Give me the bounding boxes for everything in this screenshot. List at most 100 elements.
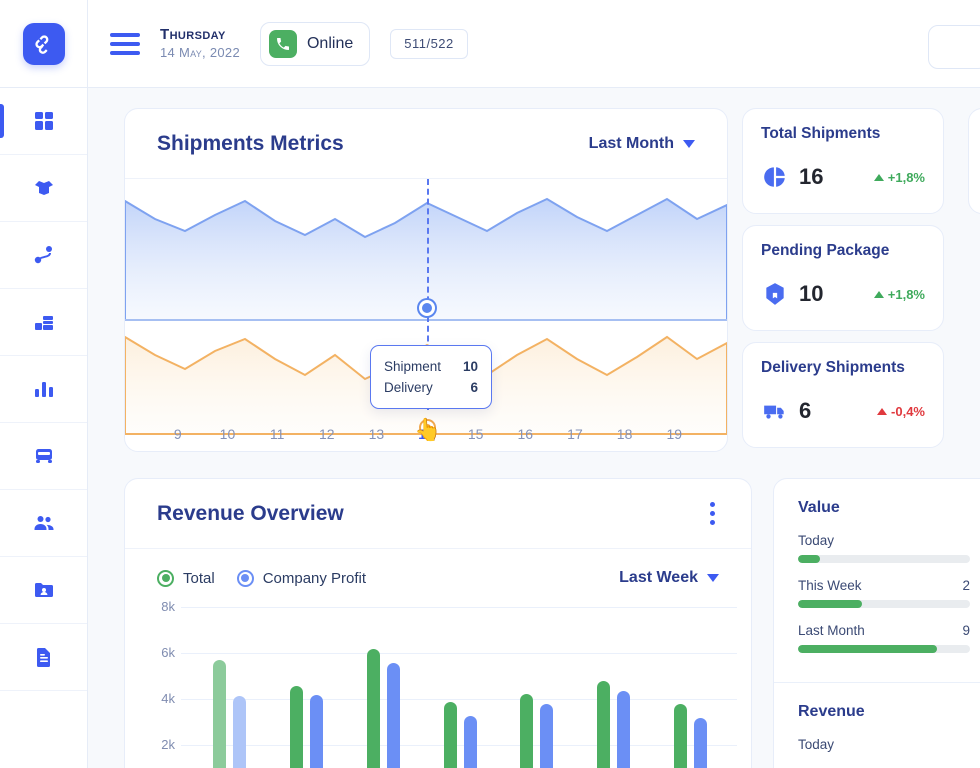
document-icon: [36, 648, 50, 667]
revenue-card-header: Revenue Overview: [125, 479, 751, 549]
progress-name: This Week: [798, 578, 862, 593]
stat-title: Total Shipments: [761, 125, 881, 142]
delivery-truck-icon: [761, 397, 789, 425]
online-status-button[interactable]: Online: [259, 21, 371, 66]
bar-company-profit[interactable]: [309, 694, 323, 768]
x-tick: 9: [173, 426, 182, 442]
sidebar: [0, 0, 88, 768]
y-tick: 2k: [161, 737, 175, 752]
bar-total[interactable]: [520, 693, 534, 768]
metrics-period-dropdown[interactable]: Last Month: [589, 135, 695, 153]
online-status-label: Online: [306, 34, 354, 52]
active-indicator: [0, 104, 4, 138]
bar-total[interactable]: [289, 685, 303, 768]
bar-company-profit[interactable]: [386, 662, 400, 768]
bar-total[interactable]: [597, 681, 611, 768]
revenue-overview-card: Revenue Overview Total Company Profit La…: [124, 478, 752, 768]
kebab-menu-icon[interactable]: [706, 498, 719, 529]
arrow-up-icon: [873, 173, 884, 181]
x-tick-active: 14: [418, 426, 434, 442]
panel-title: Value: [798, 499, 840, 516]
stat-value: 6: [799, 398, 812, 423]
hamburger-line: [110, 32, 140, 37]
progress-track: [798, 600, 970, 608]
progress-name: Today: [798, 737, 835, 752]
bar-company-profit[interactable]: [617, 691, 631, 768]
stat-card-total-shipments: Total Shipments 16 +1,8%: [742, 108, 944, 214]
bar-group[interactable]: [498, 693, 575, 768]
arrow-down-icon: [877, 407, 888, 415]
progress-value: 9: [962, 623, 970, 638]
chevron-down-icon: [683, 139, 695, 148]
status-badge: +1,8%: [873, 170, 925, 185]
sidebar-item-dashboard[interactable]: [0, 88, 87, 155]
bar-group[interactable]: [575, 681, 652, 768]
tooltip-row: Shipment 10: [384, 356, 478, 377]
chevron-down-icon: [707, 574, 719, 582]
sidebar-item-customers[interactable]: [0, 490, 87, 557]
stat-row: 16 +1,8%: [761, 163, 925, 191]
tooltip-label: Delivery: [384, 380, 433, 395]
x-tick: 12: [318, 426, 335, 442]
hamburger-icon[interactable]: [110, 32, 140, 55]
sidebar-item-routes[interactable]: [0, 222, 87, 289]
sidebar-item-analytics[interactable]: [0, 356, 87, 423]
app-root: Thursday 14 May, 2022 Online 511/522 Shi…: [0, 0, 980, 768]
bar-group[interactable]: [345, 648, 422, 768]
counter-badge: 511/522: [390, 28, 468, 59]
bar-group[interactable]: [268, 685, 345, 768]
folder-user-icon: [34, 583, 53, 597]
revenue-period-dropdown[interactable]: Last Week: [619, 569, 719, 587]
progress-label: This Week 2: [798, 578, 970, 593]
bar-company-profit[interactable]: [694, 717, 708, 768]
legend-item-company-profit[interactable]: Company Profit: [236, 569, 366, 587]
sidebar-item-fleet[interactable]: [0, 423, 87, 490]
bar-total[interactable]: [366, 648, 380, 768]
bar-company-profit[interactable]: [463, 715, 477, 768]
x-axis-labels: 9 10 11 12 13 14 15 16 17 18 19: [125, 426, 727, 442]
date-block: Thursday 14 May, 2022: [160, 26, 240, 61]
sidebar-item-contacts[interactable]: [0, 557, 87, 624]
radio-icon: [157, 569, 174, 587]
chart-tooltip: Shipment 10 Delivery 6: [370, 345, 492, 409]
y-tick: 8k: [161, 599, 175, 614]
progress-track: [798, 555, 970, 563]
users-icon: [34, 516, 53, 530]
x-tick: 16: [517, 426, 534, 442]
tooltip-row: Delivery 6: [384, 377, 478, 398]
link-logo: [22, 22, 65, 65]
legend-item-total[interactable]: Total: [157, 569, 215, 587]
sidebar-item-documents[interactable]: [0, 624, 87, 691]
revenue-title: Revenue Overview: [157, 501, 344, 525]
logo-container[interactable]: [0, 0, 87, 88]
y-tick: 4k: [161, 691, 175, 706]
stat-title: Delivery Shipments: [761, 359, 905, 376]
progress-value: 2: [962, 578, 970, 593]
bar-total[interactable]: [674, 704, 688, 768]
radio-icon: [236, 569, 254, 587]
metrics-period-label: Last Month: [588, 134, 674, 152]
stat-title: Pending Package: [761, 242, 890, 259]
bar-company-profit[interactable]: [232, 696, 246, 768]
x-tick: 13: [368, 426, 385, 442]
bar-group[interactable]: [191, 660, 268, 768]
shipments-area-chart[interactable]: Shipment 10 Delivery 6 9 10 11 12 13 14 …: [125, 179, 727, 452]
date-day: Thursday: [160, 26, 226, 43]
sidebar-item-warehouse[interactable]: [0, 289, 87, 356]
value-revenue-panel: Value Today This Week 2 Last Month 9 Rev…: [773, 478, 980, 768]
bar-total[interactable]: [443, 701, 457, 768]
shipment-data-point[interactable]: [419, 300, 435, 316]
bar-total[interactable]: [212, 660, 226, 768]
bar-group[interactable]: [422, 701, 499, 768]
x-tick: 18: [616, 426, 633, 442]
sidebar-item-packages[interactable]: [0, 155, 87, 222]
page-title: Shipments Metrics: [157, 131, 344, 155]
search-input[interactable]: [928, 25, 980, 69]
progress-fill: [798, 645, 938, 653]
progress-label: Today: [798, 533, 970, 548]
bar-group[interactable]: [652, 704, 729, 768]
panel-title: Revenue: [798, 703, 865, 720]
progress-track: [798, 645, 970, 653]
bar-company-profit[interactable]: [540, 704, 554, 768]
stat-value: 10: [799, 281, 824, 306]
